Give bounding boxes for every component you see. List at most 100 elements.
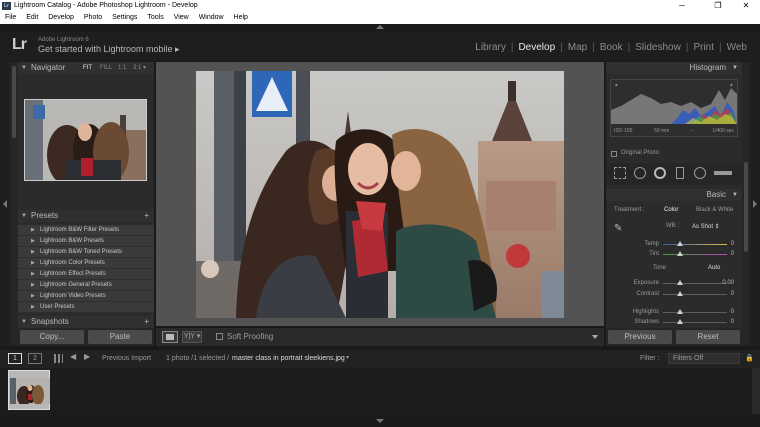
tint-value[interactable]: 0 (731, 249, 734, 259)
menu-view[interactable]: View (174, 14, 189, 21)
loupe-view[interactable] (156, 62, 604, 326)
menu-photo[interactable]: Photo (84, 14, 102, 21)
module-web[interactable]: Web (722, 42, 752, 53)
temp-slider-knob[interactable] (677, 241, 683, 246)
collapse-up-arrow-icon[interactable] (376, 25, 384, 29)
right-panel-scrollbar[interactable] (742, 62, 750, 346)
maximize-button[interactable]: ❐ (708, 0, 728, 12)
main-window-button[interactable]: 1 (8, 353, 22, 364)
contrast-slider[interactable]: Contrast 0 (606, 289, 742, 299)
loupe-view-icon[interactable] (162, 331, 178, 343)
mobile-promo-link[interactable]: Get started with Lightroom mobile ▸ (38, 44, 180, 55)
spot-removal-icon[interactable] (634, 167, 646, 179)
zoom-1-1[interactable]: 1:1 (118, 62, 126, 74)
filter-lock-icon[interactable]: 🔒 (745, 354, 754, 362)
tint-slider[interactable]: Tint 0 (606, 249, 742, 259)
menu-file[interactable]: File (5, 14, 16, 21)
navigator-thumbnail[interactable] (24, 99, 147, 181)
preset-folder[interactable]: Lightroom Color Presets (18, 258, 154, 269)
menu-settings[interactable]: Settings (112, 14, 137, 21)
radial-filter-icon[interactable] (694, 167, 706, 179)
original-photo-checkbox[interactable] (611, 151, 617, 157)
treatment-color-option[interactable]: Color (664, 207, 678, 213)
exposure-slider[interactable]: Exposure 0.00 (606, 278, 742, 288)
minimize-button[interactable]: ─ (672, 0, 692, 12)
toolbar-options-chevron-down-icon[interactable] (592, 335, 598, 339)
filmstrip-source[interactable]: Previous Import (102, 355, 151, 362)
graduated-filter-icon[interactable] (676, 167, 684, 179)
module-library[interactable]: Library (470, 42, 511, 53)
tint-slider-knob[interactable] (677, 251, 683, 256)
preset-folder[interactable]: Lightroom Effect Presets (18, 269, 154, 280)
main-photo[interactable] (196, 71, 564, 318)
paste-button[interactable]: Paste (88, 330, 152, 344)
second-window-button[interactable]: 2 (28, 353, 42, 364)
preset-folder[interactable]: User Presets (18, 302, 154, 313)
temp-value[interactable]: 0 (731, 239, 734, 249)
preset-folder[interactable]: Lightroom General Presets (18, 280, 154, 291)
filmstrip-thumbnail[interactable] (8, 370, 50, 410)
highlights-slider-knob[interactable] (677, 309, 683, 314)
grid-view-icon[interactable] (54, 354, 63, 363)
temp-slider[interactable]: Temp 0 (606, 239, 742, 249)
shadows-value[interactable]: 0 (731, 317, 734, 327)
shadow-clipping-icon[interactable]: ▲ (614, 82, 619, 88)
exposure-slider-knob[interactable] (677, 280, 683, 285)
add-snapshot-icon[interactable]: + (144, 316, 149, 328)
reset-button[interactable]: Reset (676, 330, 740, 344)
top-panel-toggle-strip[interactable] (0, 24, 760, 31)
white-balance-eyedropper-icon[interactable]: ✎ (614, 223, 626, 235)
snapshots-header[interactable]: ▼ Snapshots + (18, 316, 154, 328)
menu-develop[interactable]: Develop (48, 14, 74, 21)
preset-folder[interactable]: Lightroom B&W Presets (18, 236, 154, 247)
before-after-button[interactable]: Y|Y ▾ (182, 331, 202, 343)
shadows-slider-knob[interactable] (677, 319, 683, 324)
exposure-value[interactable]: 0.00 (722, 278, 734, 288)
red-eye-icon[interactable] (654, 167, 666, 179)
filmstrip-scrollbar[interactable] (752, 368, 760, 414)
filter-select[interactable]: Filters Off (668, 353, 740, 364)
previous-button[interactable]: Previous (608, 330, 672, 344)
highlight-clipping-icon[interactable]: ▲ (729, 82, 734, 88)
basic-header[interactable]: Basic ▼ (606, 189, 742, 201)
treatment-bw-option[interactable]: Black & White (696, 207, 733, 213)
histogram-header[interactable]: Histogram ▼ (606, 62, 742, 74)
menu-edit[interactable]: Edit (26, 14, 38, 21)
highlights-slider[interactable]: Highlights 0 (606, 307, 742, 317)
soft-proofing-checkbox[interactable] (216, 333, 223, 340)
preset-folder[interactable]: Lightroom B&W Filter Presets (18, 225, 154, 236)
shadows-slider[interactable]: Shadows 0 (606, 317, 742, 327)
forward-arrow-icon[interactable]: ▶ (84, 352, 90, 361)
histogram-graph[interactable]: ▲ ▲ ISO 100 50 mm -- 1/400 sec (610, 79, 738, 137)
module-slideshow[interactable]: Slideshow (630, 42, 686, 53)
left-panel-scrollbar[interactable] (10, 62, 18, 346)
contrast-slider-knob[interactable] (677, 291, 683, 296)
menu-tools[interactable]: Tools (147, 14, 163, 21)
menu-window[interactable]: Window (199, 14, 224, 21)
wb-select[interactable]: As Shot ⇕ (692, 223, 720, 230)
preset-folder[interactable]: Lightroom B&W Toned Presets (18, 247, 154, 258)
presets-header[interactable]: ▼ Presets + (18, 210, 154, 222)
highlights-value[interactable]: 0 (731, 307, 734, 317)
module-print[interactable]: Print (688, 42, 719, 53)
back-arrow-icon[interactable]: ◀ (70, 352, 76, 361)
bottom-panel-toggle-strip[interactable] (0, 414, 760, 427)
module-book[interactable]: Book (595, 42, 628, 53)
zoom-fill[interactable]: FILL (100, 62, 112, 74)
copy-button[interactable]: Copy... (20, 330, 84, 344)
contrast-value[interactable]: 0 (731, 289, 734, 299)
zoom-fit[interactable]: FIT (83, 62, 92, 74)
module-develop[interactable]: Develop (513, 42, 560, 53)
navigator-header[interactable]: ▼ Navigator FIT FILL 1:1 3:1 ▾ (18, 62, 154, 74)
menu-help[interactable]: Help (234, 14, 248, 21)
filename-dropdown-icon[interactable]: ▾ (346, 354, 349, 361)
right-panel-toggle[interactable] (750, 62, 760, 346)
auto-tone-button[interactable]: Auto (708, 265, 720, 271)
module-map[interactable]: Map (563, 42, 592, 53)
preset-folder[interactable]: Lightroom Video Presets (18, 291, 154, 302)
left-panel-toggle[interactable] (0, 62, 10, 346)
crop-overlay-icon[interactable] (614, 167, 626, 179)
close-button[interactable]: ✕ (736, 0, 756, 12)
zoom-3-1[interactable]: 3:1 ▾ (133, 62, 146, 74)
adjustment-brush-icon[interactable] (714, 171, 732, 175)
